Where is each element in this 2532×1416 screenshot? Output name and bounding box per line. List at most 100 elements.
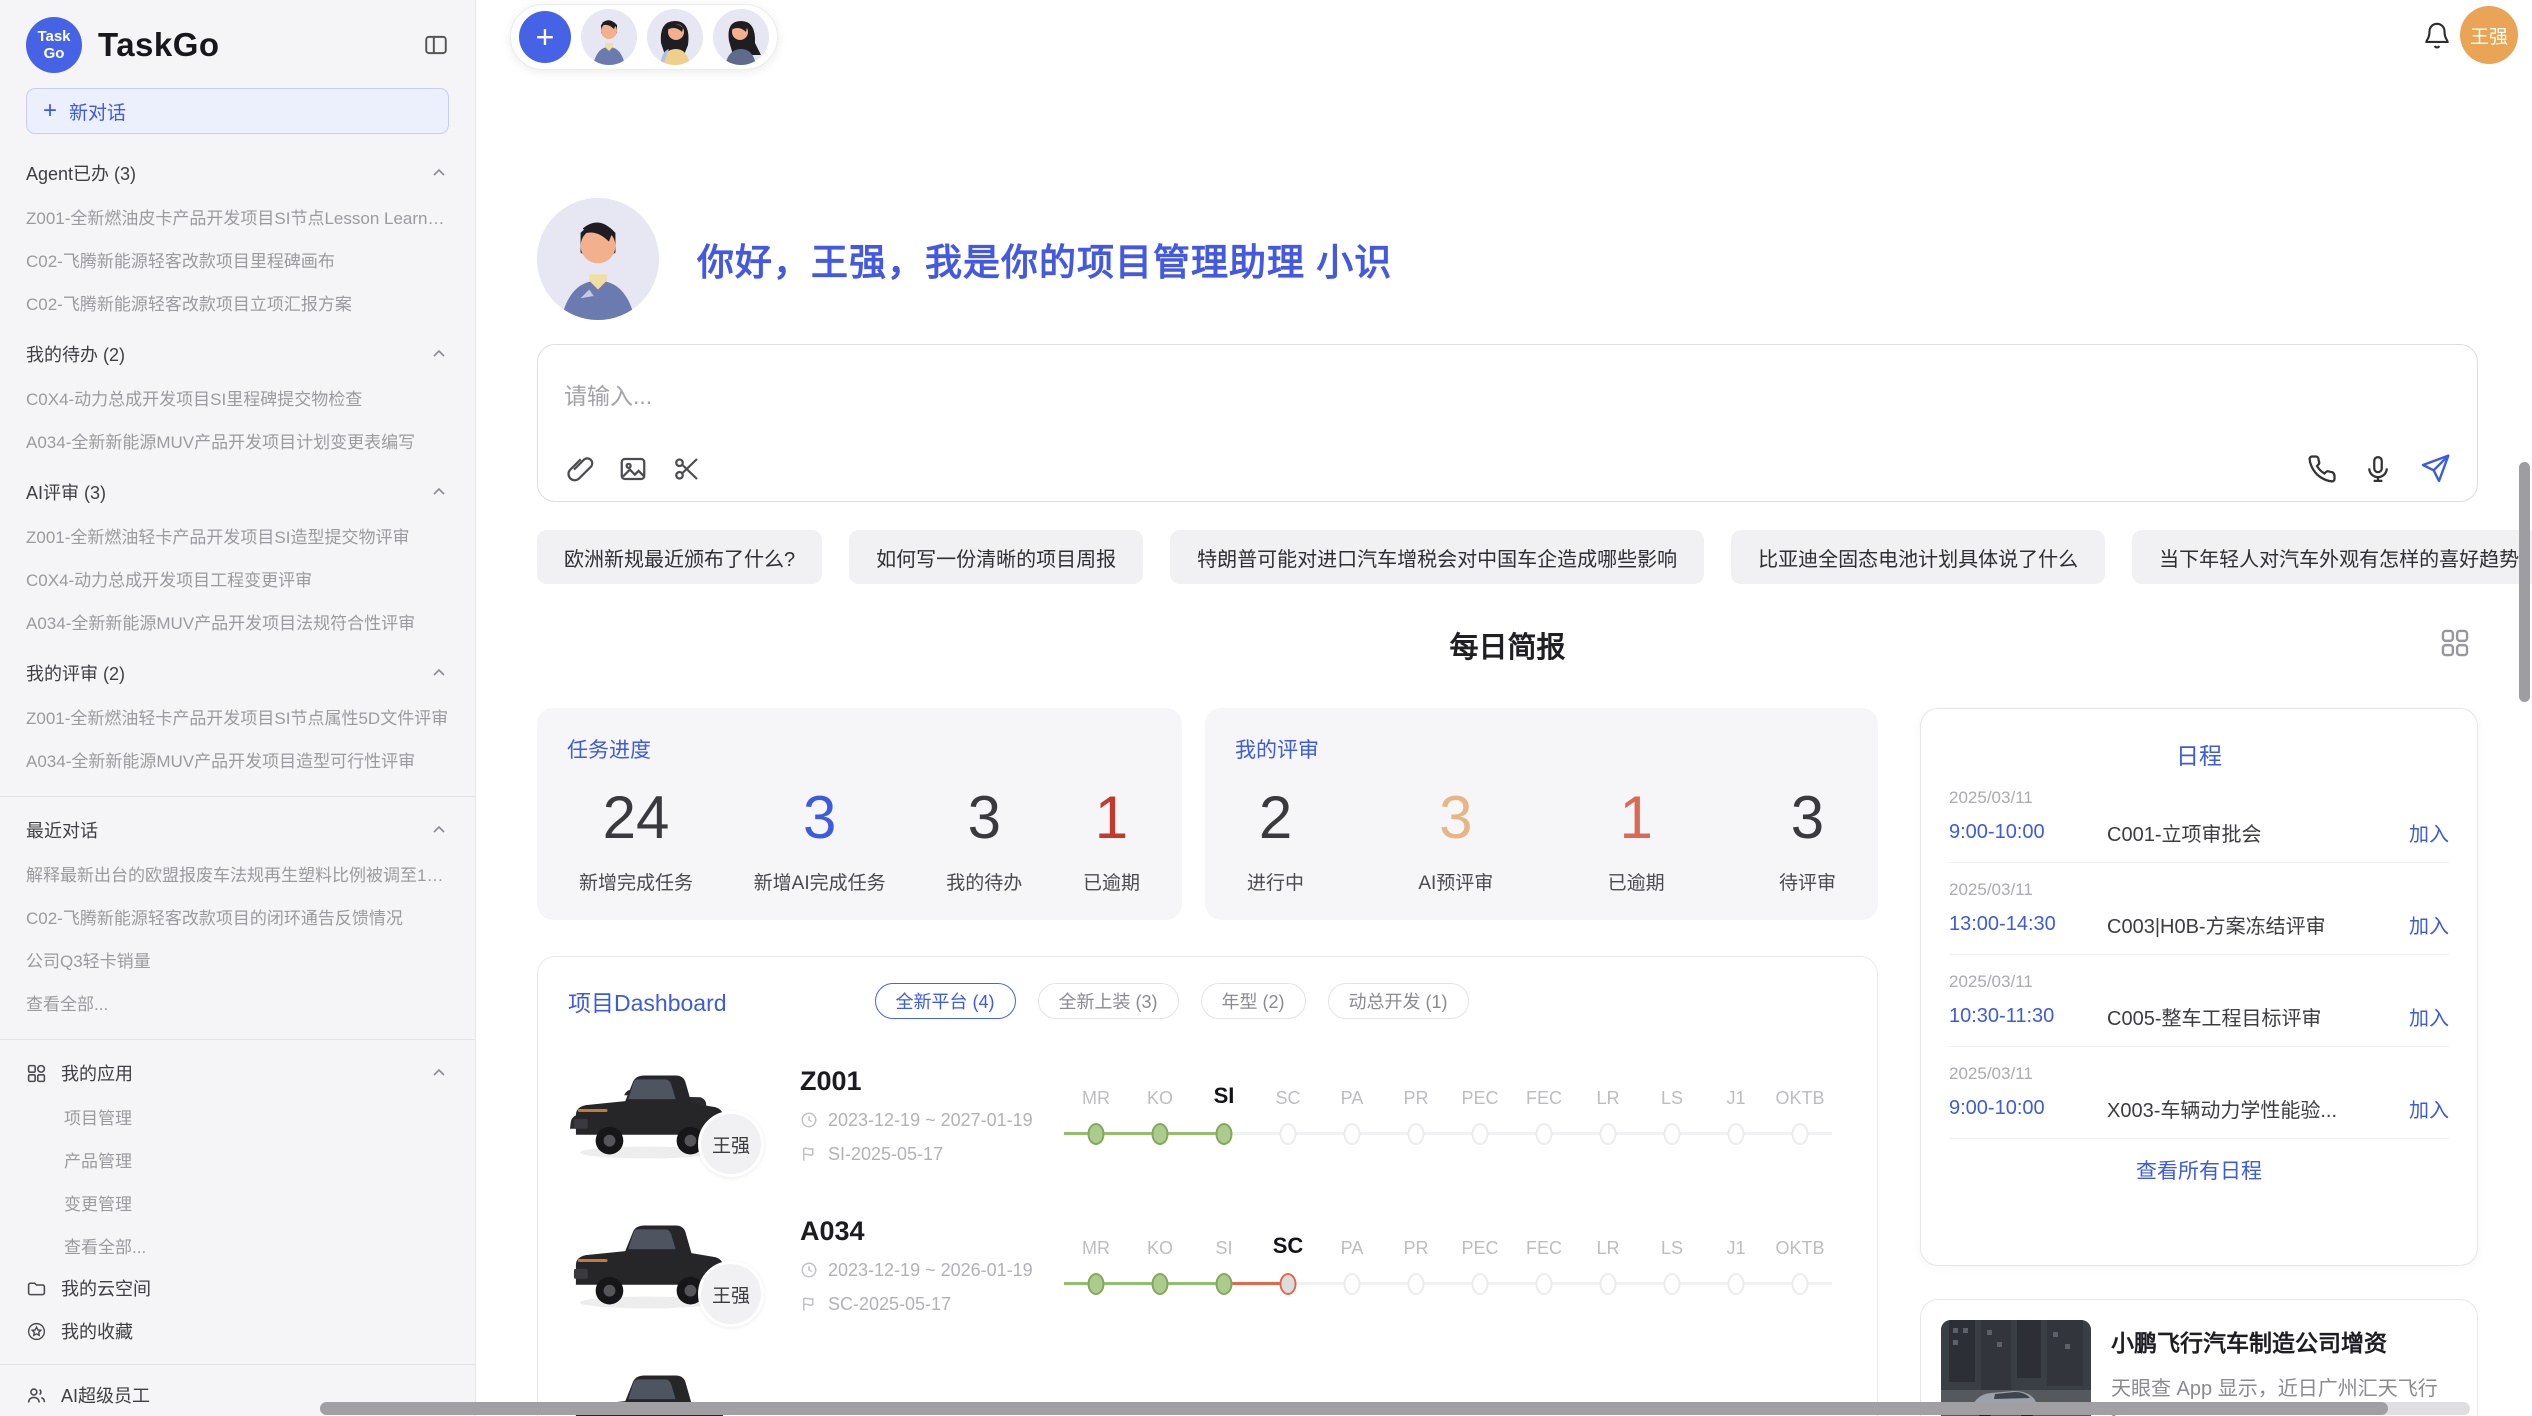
list-item[interactable]: Z001-全新燃油皮卡产品开发项目SI节点Lesson Learn报告 [26, 204, 449, 229]
sidebar-item-my-apps[interactable]: 我的应用 [26, 1060, 449, 1086]
view-all-schedule-link[interactable]: 查看所有日程 [1949, 1155, 2449, 1185]
sidebar-item-project-mgmt[interactable]: 项目管理 [64, 1104, 449, 1129]
chevron-up-icon[interactable] [429, 344, 449, 364]
list-item[interactable]: 公司Q3轻卡销量 [26, 947, 449, 972]
milestone-dot [1472, 1273, 1489, 1295]
chevron-up-icon[interactable] [429, 1063, 449, 1083]
section-title: 我的待办 (2) [26, 341, 125, 367]
chevron-up-icon[interactable] [429, 482, 449, 502]
horizontal-scrollbar-thumb[interactable] [320, 1402, 2388, 1415]
join-link[interactable]: 加入 [2409, 910, 2449, 939]
new-chat-label: 新对话 [69, 98, 126, 125]
tab-powertrain[interactable]: 动总开发 (1) [1328, 983, 1469, 1019]
divider [1949, 1138, 2449, 1139]
input-toolbar [564, 453, 2451, 485]
list-item[interactable]: C02-飞腾新能源轻客改款项目里程碑画布 [26, 247, 449, 272]
section-title: Agent已办 (3) [26, 160, 136, 186]
list-item[interactable]: A034-全新新能源MUV产品开发项目法规符合性评审 [26, 609, 449, 634]
list-item[interactable]: C02-飞腾新能源轻客改款项目立项汇报方案 [26, 290, 449, 315]
image-icon[interactable] [618, 454, 648, 484]
microphone-icon[interactable] [2363, 454, 2393, 484]
suggestion-chip[interactable]: 当下年轻人对汽车外观有怎样的喜好趋势 [2132, 530, 2532, 584]
sidebar-item-product-mgmt[interactable]: 产品管理 [64, 1147, 449, 1172]
new-chat-button[interactable]: + 新对话 [26, 88, 449, 134]
section-agent-done[interactable]: Agent已办 (3) [26, 160, 449, 186]
project-row[interactable]: 王强 A034 2023-12-19 ~ 2026-01-19 SC-2025-… [568, 1211, 1847, 1319]
attachment-icon[interactable] [564, 454, 594, 484]
vertical-scrollbar-thumb[interactable] [2519, 462, 2530, 702]
sidebar-collapse-icon[interactable] [423, 32, 449, 58]
scissors-icon[interactable] [672, 454, 702, 484]
milestone-timeline: MR KO SI SC PA PR PEC FEC LR LS J1 OKTB [1064, 1229, 1832, 1301]
event-date: 2025/03/11 [1949, 880, 2449, 900]
list-item[interactable]: Z001-全新燃油轻卡产品开发项目SI造型提交物评审 [26, 523, 449, 548]
sidebar-item-cloud-space[interactable]: 我的云空间 [26, 1275, 449, 1301]
divider [0, 1039, 475, 1040]
project-image: 王强 [568, 1061, 726, 1169]
task-progress-card: 任务进度 24 新增完成任务 3 新增AI完成任务 3 [537, 708, 1182, 920]
chevron-up-icon[interactable] [429, 820, 449, 840]
sidebar-item-change-mgmt[interactable]: 变更管理 [64, 1190, 449, 1215]
logo-row: Task Go TaskGo [26, 14, 449, 76]
section-ai-review[interactable]: AI评审 (3) [26, 479, 449, 505]
chevron-up-icon[interactable] [429, 163, 449, 183]
suggestion-chip[interactable]: 如何写一份清晰的项目周报 [849, 530, 1143, 584]
milestone-dot [1792, 1273, 1809, 1295]
suggestion-chip[interactable]: 欧洲新规最近颁布了什么? [537, 530, 822, 584]
join-link[interactable]: 加入 [2409, 1094, 2449, 1123]
view-all-link[interactable]: 查看全部... [64, 1233, 449, 1258]
layout-grid-icon[interactable] [2438, 626, 2472, 665]
clock-icon [800, 1261, 818, 1279]
milestone-dot [1472, 1123, 1489, 1145]
dashboard-title: 项目Dashboard [568, 984, 727, 1018]
sidebar-item-favorites[interactable]: 我的收藏 [26, 1318, 449, 1344]
view-all-link[interactable]: 查看全部... [26, 990, 449, 1015]
milestone-dot [1344, 1273, 1361, 1295]
list-item[interactable]: Z001-全新燃油轻卡产品开发项目SI节点属性5D文件评审 [26, 704, 449, 729]
chat-input[interactable] [564, 383, 2451, 410]
greeting-row: 你好，王强，我是你的项目管理助理 小识 [537, 198, 2478, 320]
section-title: 我的应用 [61, 1060, 133, 1086]
schedule-event: 2025/03/11 10:30-11:30 C005-整车工程目标评审 加入 [1949, 955, 2449, 1046]
schedule-title: 日程 [1949, 737, 2449, 771]
milestone-dot [1792, 1123, 1809, 1145]
project-milestone-date: SI-2025-05-17 [800, 1144, 1048, 1165]
project-info: Z001 2023-12-19 ~ 2027-01-19 SI-2025-05-… [800, 1066, 1048, 1165]
list-item[interactable]: C0X4-动力总成开发项目SI里程碑提交物检查 [26, 385, 449, 410]
list-item[interactable]: A034-全新新能源MUV产品开发项目计划变更表编写 [26, 428, 449, 453]
tab-new-body[interactable]: 全新上装 (3) [1038, 983, 1179, 1019]
project-dashboard-card: 项目Dashboard 全新平台 (4) 全新上装 (3) 年型 (2) 动总开… [537, 956, 1878, 1416]
section-my-todo[interactable]: 我的待办 (2) [26, 341, 449, 367]
schedule-event: 2025/03/11 13:00-14:30 C003|H0B-方案冻结评审 加… [1949, 863, 2449, 954]
milestone-dot-done [1088, 1123, 1105, 1145]
join-link[interactable]: 加入 [2409, 818, 2449, 847]
phone-icon[interactable] [2307, 454, 2337, 484]
news-card[interactable]: 小鹏飞行汽车制造公司增资 天眼查 App 显示，近日广州汇天飞行汽... [1920, 1299, 2478, 1416]
stat-my-todo: 3 我的待办 [946, 782, 1022, 895]
project-dates: 2023-12-19 ~ 2027-01-19 [800, 1110, 1048, 1131]
list-item[interactable]: 解释最新出台的欧盟报废车法规再生塑料比例被调至15%... [26, 861, 449, 886]
clock-icon [800, 1111, 818, 1129]
list-item[interactable]: C02-飞腾新能源轻客改款项目的闭环通告反馈情况 [26, 904, 449, 929]
tab-model-year[interactable]: 年型 (2) [1201, 983, 1306, 1019]
suggestion-chip[interactable]: 特朗普可能对进口汽车增税会对中国车企造成哪些影响 [1170, 530, 1704, 584]
milestone-dot [1280, 1123, 1297, 1145]
event-date: 2025/03/11 [1949, 1064, 2449, 1084]
daily-brief-title: 每日简报 [537, 624, 2478, 666]
section-recent-chats[interactable]: 最近对话 [26, 817, 449, 843]
project-row[interactable]: 王强 Z001 2023-12-19 ~ 2027-01-19 SI-2025-… [568, 1061, 1847, 1169]
suggestion-chip[interactable]: 比亚迪全固态电池计划具体说了什么 [1731, 530, 2105, 584]
send-icon[interactable] [2419, 453, 2451, 485]
stat-overdue: 1 已逾期 [1608, 782, 1665, 895]
tab-new-platform[interactable]: 全新平台 (4) [875, 983, 1016, 1019]
event-name: C001-立项审批会 [2107, 818, 2397, 847]
section-my-review[interactable]: 我的评审 (2) [26, 660, 449, 686]
chevron-up-icon[interactable] [429, 663, 449, 683]
dashboard-tabs: 全新平台 (4) 全新上装 (3) 年型 (2) 动总开发 (1) [875, 983, 1469, 1019]
join-link[interactable]: 加入 [2409, 1002, 2449, 1031]
milestone-dot-done [1216, 1273, 1233, 1295]
milestone-dot [1728, 1273, 1745, 1295]
flag-icon [800, 1295, 818, 1313]
list-item[interactable]: C0X4-动力总成开发项目工程变更评审 [26, 566, 449, 591]
list-item[interactable]: A034-全新新能源MUV产品开发项目造型可行性评审 [26, 747, 449, 772]
